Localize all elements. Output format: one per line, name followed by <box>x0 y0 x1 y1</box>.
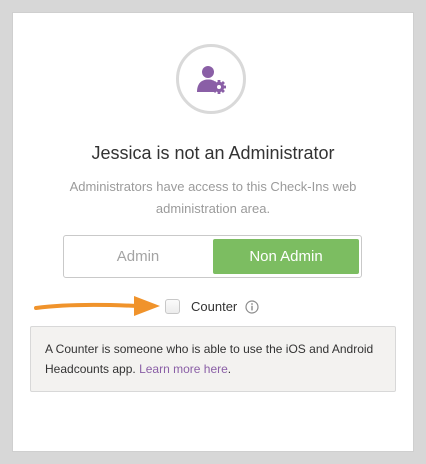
dialog-title: Jessica is not an Administrator <box>91 143 335 163</box>
counter-label[interactable]: Counter <box>191 299 237 315</box>
info-icon[interactable] <box>245 300 259 314</box>
learn-more-link[interactable]: Learn more here <box>139 362 228 376</box>
role-toggle: Admin Non Admin <box>63 235 362 278</box>
user-gear-icon <box>197 66 226 94</box>
counter-info-box: A Counter is someone who is able to use … <box>30 326 396 392</box>
info-trailing: . <box>227 362 232 376</box>
admin-option[interactable]: Admin <box>64 236 212 277</box>
counter-checkbox[interactable] <box>165 299 180 314</box>
avatar <box>176 44 246 114</box>
dialog-description: Administrators have access to this Check… <box>69 179 357 216</box>
arrow-right-icon <box>34 296 160 316</box>
non-admin-option[interactable]: Non Admin <box>213 239 359 274</box>
